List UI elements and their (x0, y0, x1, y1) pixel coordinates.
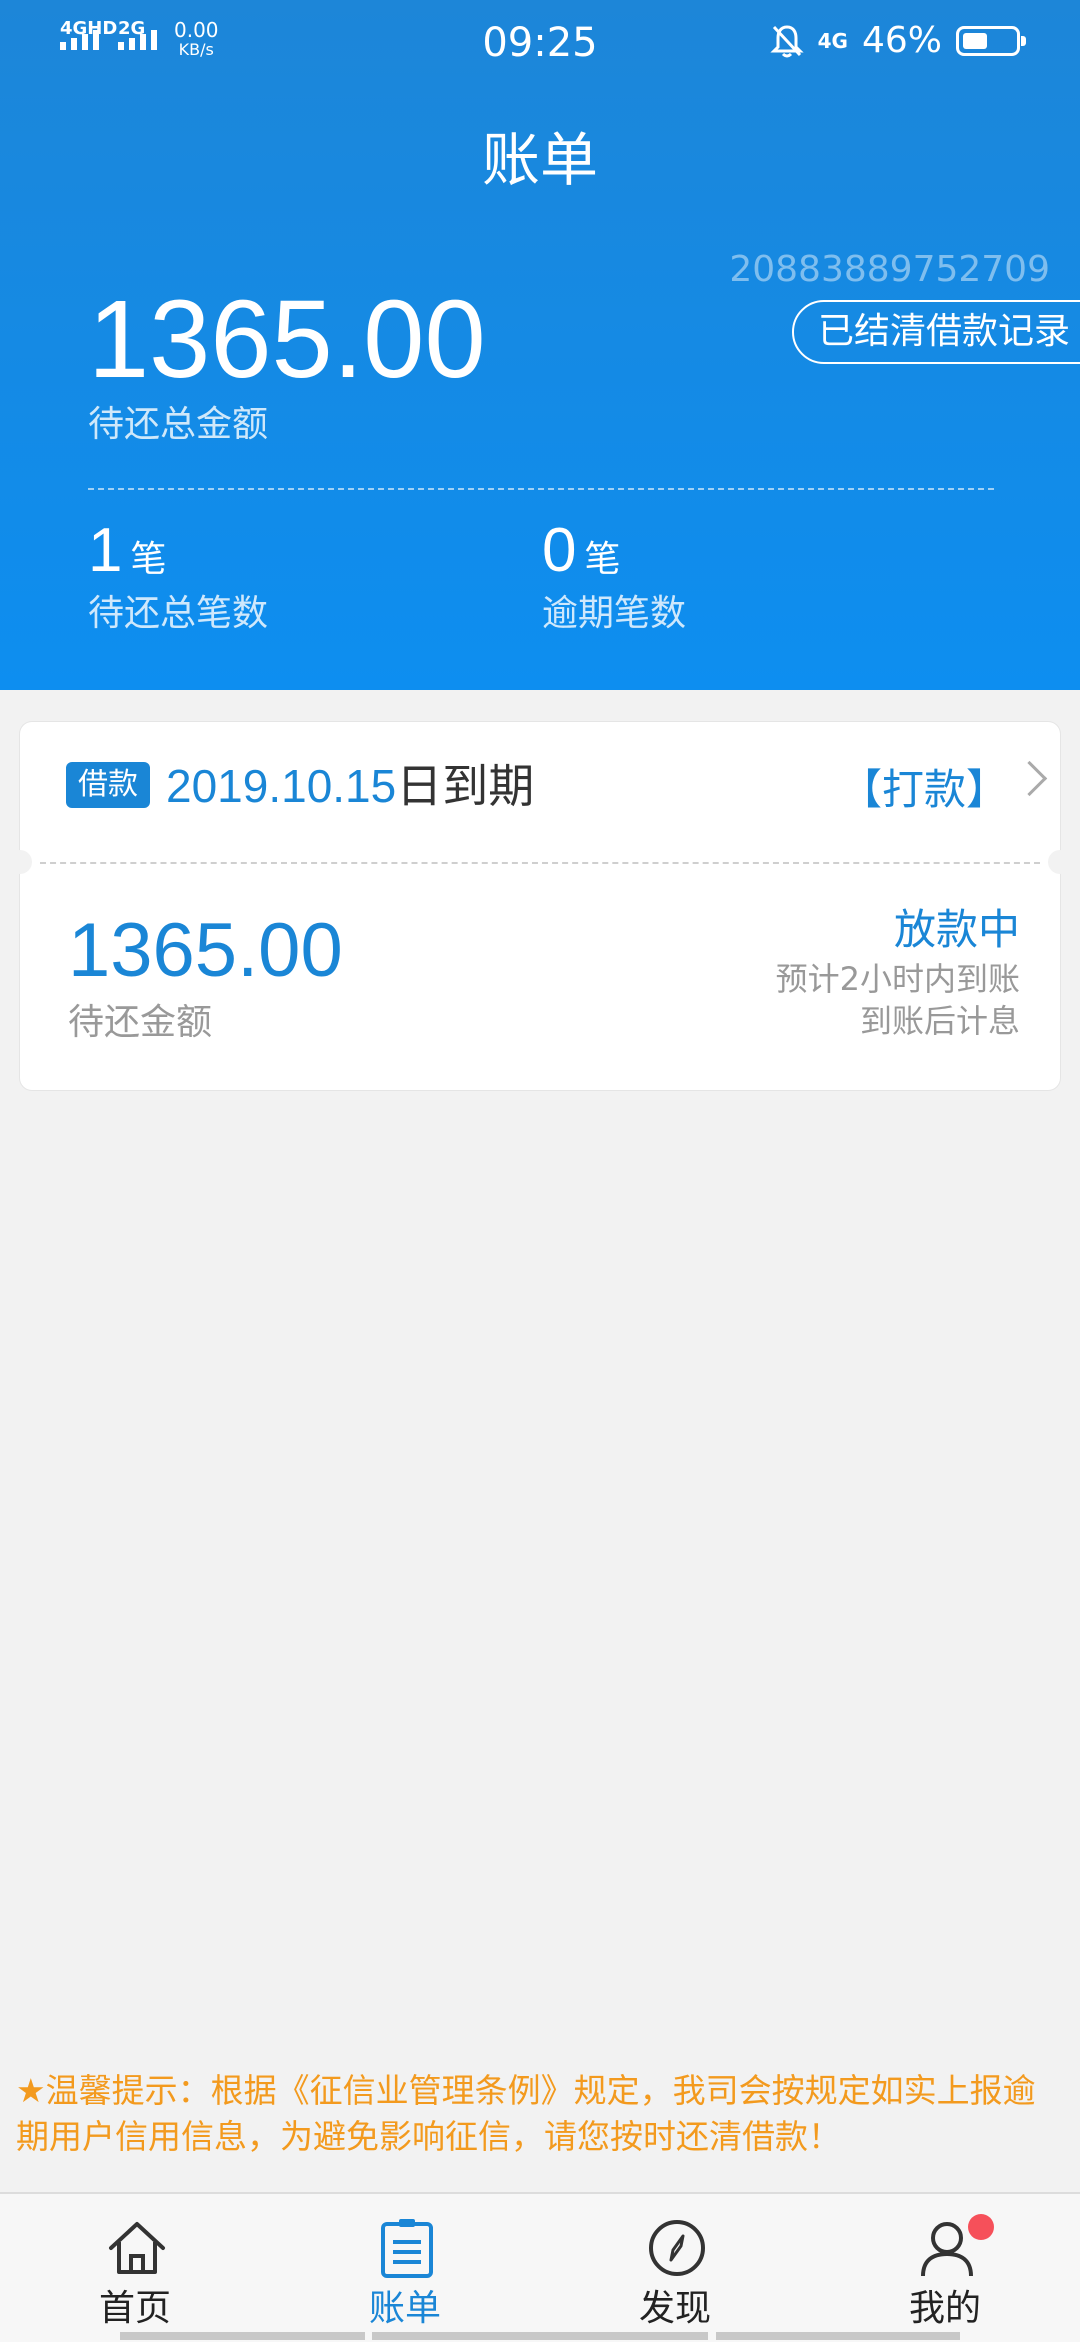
mute-bell-icon (770, 24, 804, 57)
nav-indicator-left (120, 2332, 365, 2340)
tab-home-label: 首页 (98, 2288, 171, 2329)
loan-tag: 借款 (66, 762, 150, 808)
battery-percent: 46% (861, 20, 942, 61)
tab-mine-label: 我的 (908, 2288, 981, 2329)
page-title: 账单 (481, 126, 598, 194)
total-amount: 1365.00 (88, 278, 486, 401)
status-note-interest: 到账后计息 (859, 1002, 1020, 1040)
overdue-count-label: 逾期笔数 (542, 593, 687, 634)
divider (88, 488, 994, 490)
bill-icon (381, 2219, 433, 2278)
tab-bills-label: 账单 (368, 2288, 441, 2329)
tab-home[interactable]: 首页 (0, 2194, 270, 2342)
due-date: 2019.10.15 (166, 760, 397, 812)
header: 4GHD 2G 0.00 KB/s 09:25 4G 46% 账单 208838… (0, 0, 1080, 690)
battery-icon (956, 25, 1026, 56)
tab-discover-label: 发现 (638, 2288, 711, 2329)
nav-indicator-right (716, 2332, 960, 2340)
due-date-line: 2019.10.15日到期 (166, 756, 534, 816)
card-notch-left (8, 850, 32, 874)
home-icon (109, 2222, 165, 2274)
network-label-4g-right: 4G (817, 28, 848, 53)
loan-count-unit: 笔 (130, 539, 167, 580)
loan-amount: 1365.00 (68, 908, 343, 993)
loan-count-stat: 1笔 待还总笔数 (88, 516, 268, 638)
status-text: 放款中 (893, 905, 1020, 954)
bottom-tab-bar: 首页 账单 发现 我的 (0, 2192, 1080, 2342)
tab-discover[interactable]: 发现 (540, 2194, 810, 2342)
compass-icon (649, 2220, 705, 2276)
nav-indicator-center (372, 2332, 708, 2340)
loan-card[interactable]: 借款 2019.10.15日到期 【打款】 1365.00 待还金额 放款中 预… (8, 722, 1072, 1090)
card-divider (40, 862, 1040, 864)
due-suffix: 日到期 (396, 759, 535, 813)
overdue-count-unit: 笔 (584, 539, 621, 580)
card-notch-right (1048, 850, 1072, 874)
notification-badge (968, 2214, 994, 2240)
status-bar: 4GHD 2G 0.00 KB/s 09:25 4G 46% (0, 0, 1080, 90)
tab-mine[interactable]: 我的 (810, 2194, 1080, 2342)
settled-records-button[interactable]: 已结清借款记录 (792, 300, 1080, 364)
status-right: 4G 46% (770, 20, 1026, 61)
tab-bills[interactable]: 账单 (270, 2194, 540, 2342)
loan-count-value: 1 (88, 516, 123, 585)
warning-notice: ★温馨提示：根据《征信业管理条例》规定，我司会按规定如实上报逾期用户信用信息，为… (16, 2071, 1036, 2156)
account-number: 20883889752709 (729, 249, 1050, 290)
loan-amount-label: 待还金额 (68, 1002, 213, 1043)
loan-status: 放款中 预计2小时内到账 到账后计息 (776, 902, 1020, 1042)
status-note-arrival: 预计2小时内到账 (775, 960, 1020, 998)
loan-count-label: 待还总笔数 (88, 593, 269, 634)
chevron-right-icon[interactable] (1011, 760, 1048, 797)
overdue-count-stat: 0笔 逾期笔数 (542, 516, 686, 638)
overdue-count-value: 0 (542, 516, 577, 585)
total-amount-label: 待还总金额 (88, 404, 269, 445)
payment-link[interactable]: 【打款】 (840, 762, 1008, 818)
